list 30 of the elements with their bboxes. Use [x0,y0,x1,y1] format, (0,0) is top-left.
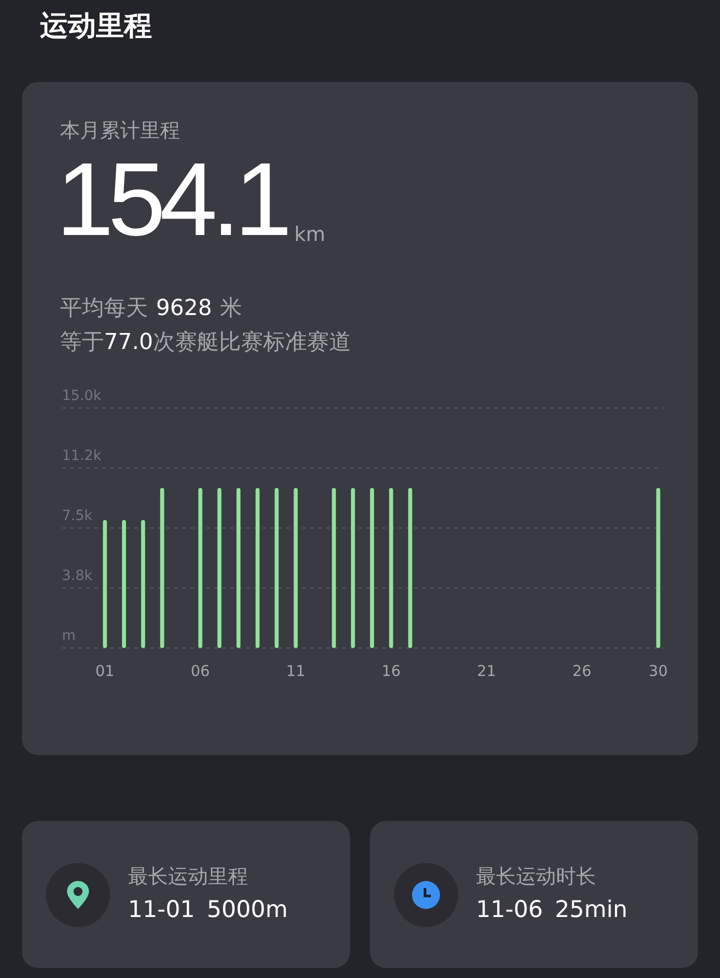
record-card[interactable]: 最长运动时长 11-06 25min [370,821,698,968]
x-axis-label: 16 [382,662,401,680]
x-axis-label: 06 [190,662,210,680]
total-distance: 154.1 [56,148,286,252]
average-value: 9628 [156,295,212,323]
record-card[interactable]: 最长运动里程 11-01 5000m [22,821,350,968]
x-axis-label: 11 [286,662,306,680]
average-label: 平均每天 [60,295,148,323]
x-axis-label: 21 [476,662,496,680]
page-title: 运动里程 [40,8,153,44]
record-value: 25min [554,896,628,924]
x-axis-label: 01 [95,662,114,680]
x-axis-label: 30 [648,662,668,680]
record-label: 最长运动时长 [476,862,597,890]
equivalent-text: 次赛艇比赛标准赛道 [152,330,351,355]
distance-unit: km [294,222,326,246]
y-axis-label: 11.2k [62,448,102,464]
record-date: 11-01 [128,896,195,924]
summary-label: 本月累计里程 [60,117,181,144]
record-label: 最长运动里程 [128,862,249,890]
average-unit: 米 [220,295,242,323]
equivalent-label: 等于 [60,330,104,355]
y-axis-label: 15.0k [62,388,102,404]
y-axis-label: m [62,628,76,644]
record-value: 5000m [206,896,288,924]
y-axis-label: 3.8k [62,568,92,584]
x-axis-label: 26 [572,662,592,680]
record-date: 11-06 [476,896,543,924]
equivalent-value: 77.0 [104,330,153,355]
y-axis-label: 7.5k [62,508,92,524]
